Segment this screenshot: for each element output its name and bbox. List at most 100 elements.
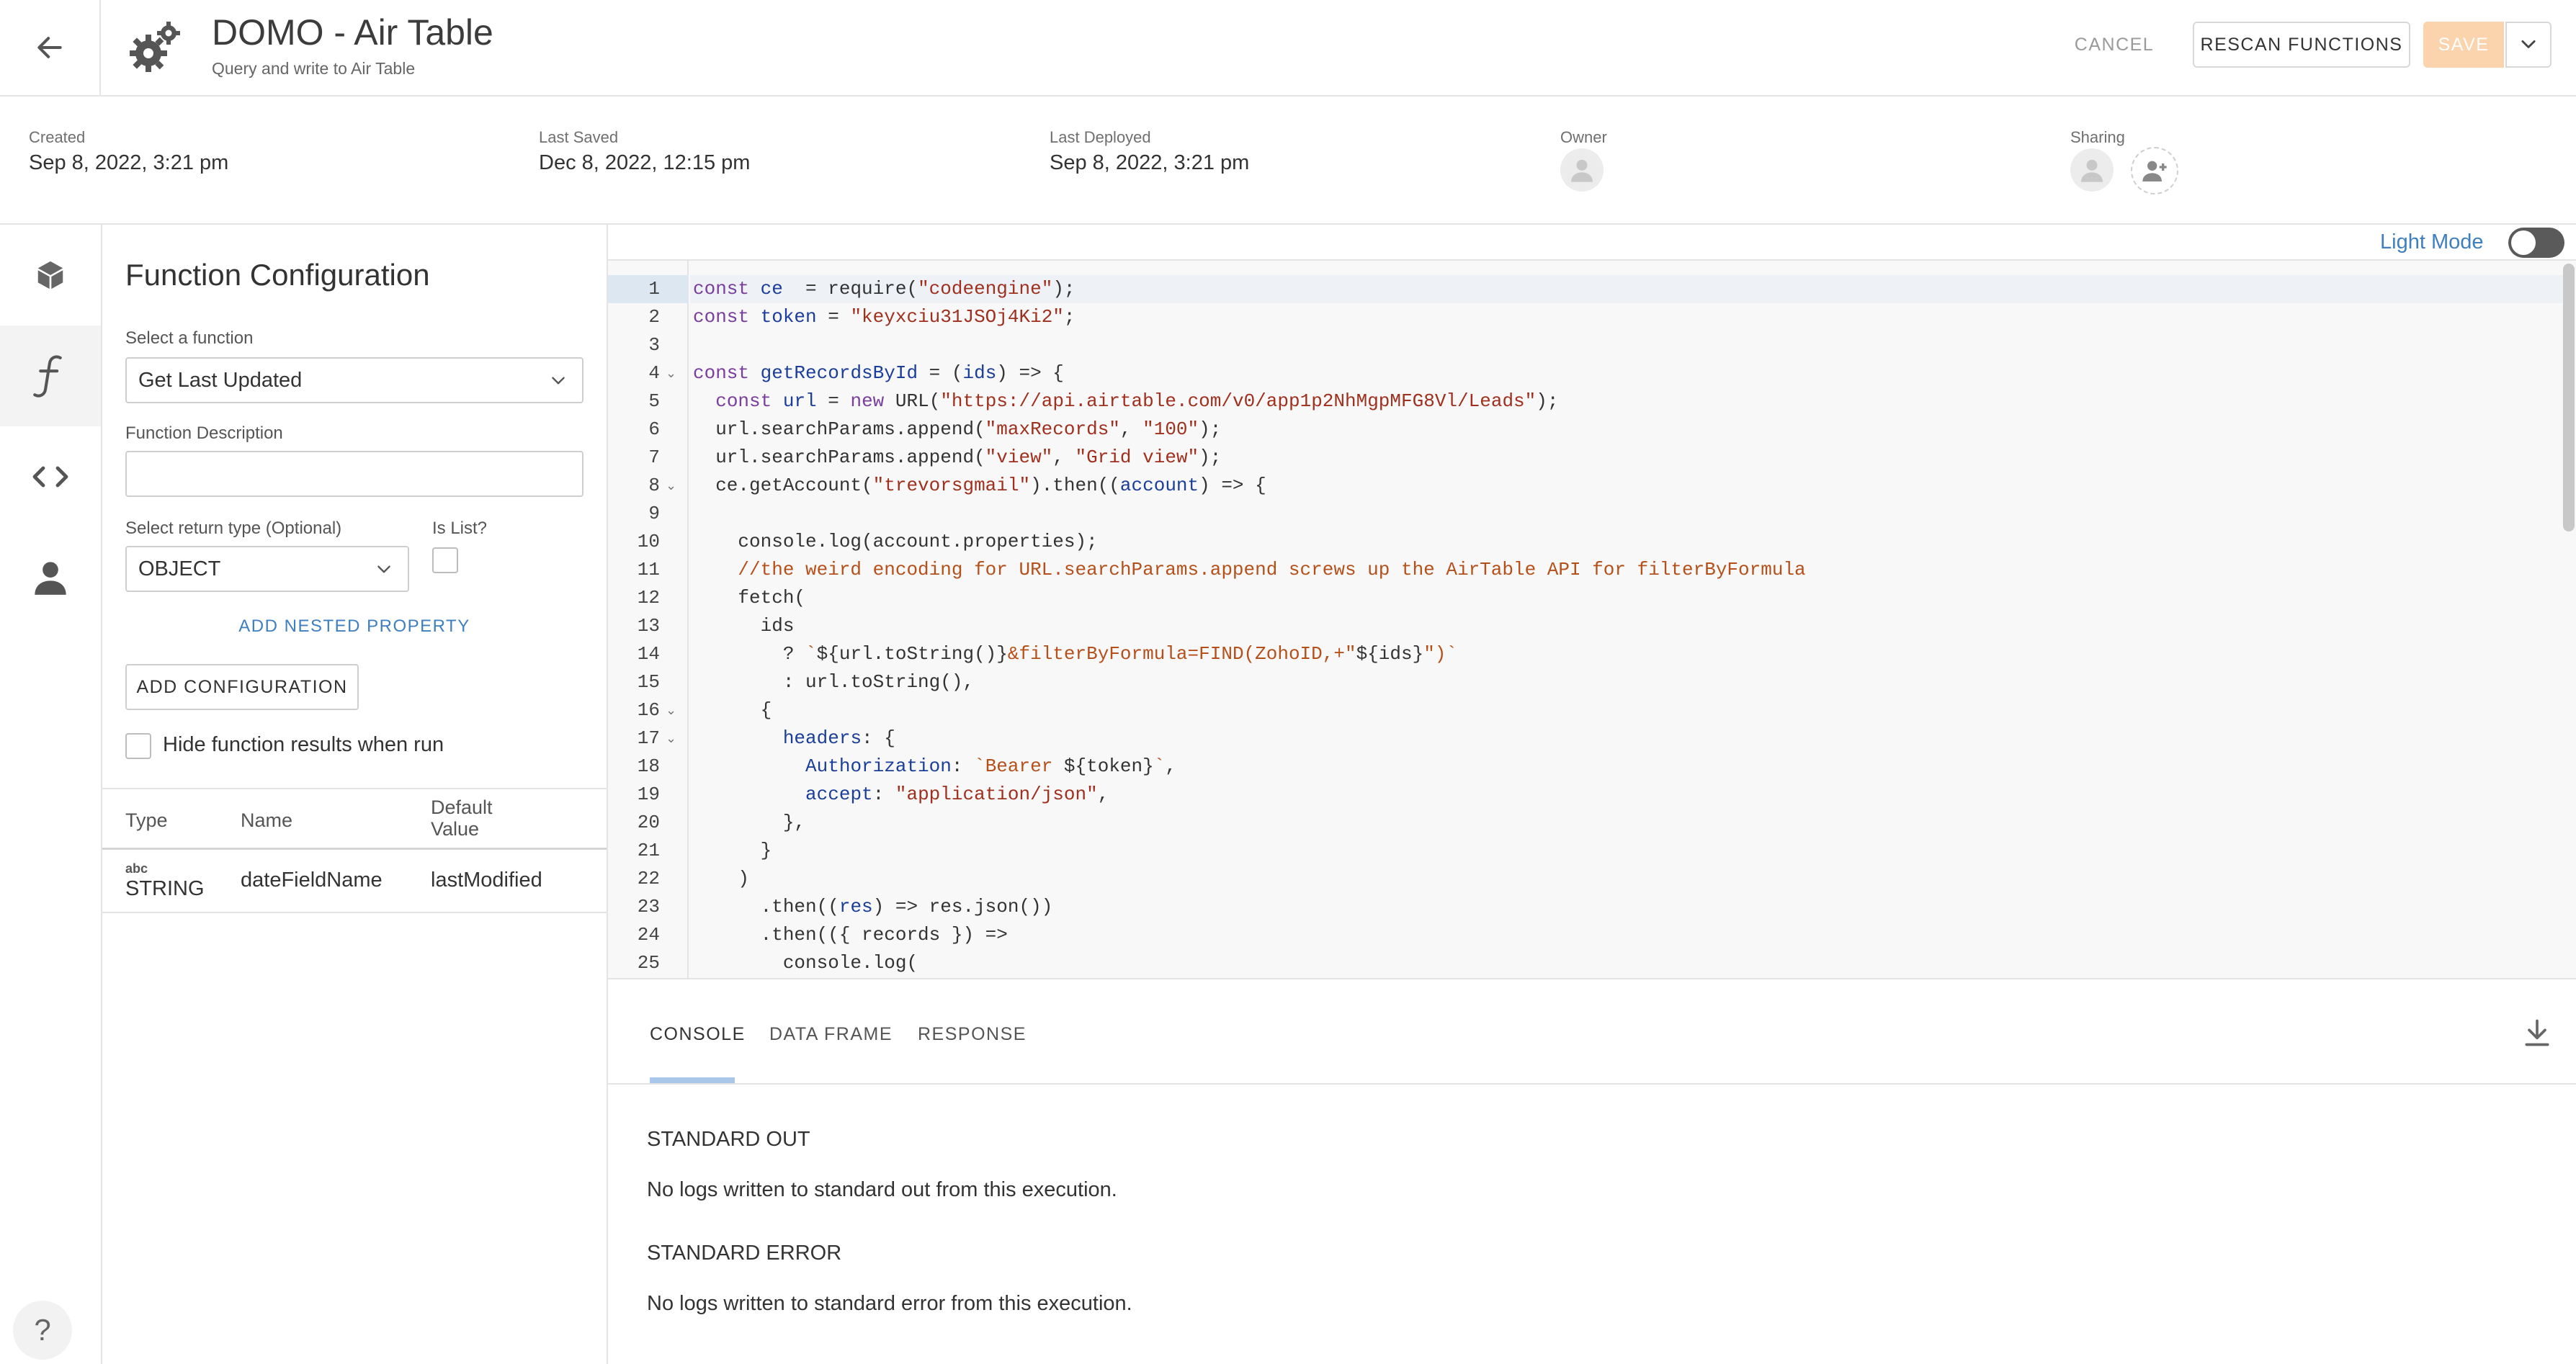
light-mode-toggle[interactable] (2508, 228, 2564, 258)
code-line: ce.getAccount("trevorsgmail").then((acco… (693, 475, 1266, 496)
download-button[interactable] (2521, 1017, 2557, 1053)
light-mode-label: Light Mode (2380, 230, 2484, 253)
sharing-avatar[interactable] (2070, 148, 2114, 192)
help-button[interactable]: ? (13, 1301, 72, 1360)
hide-results-checkbox[interactable] (125, 733, 151, 759)
sharing-label: Sharing (2070, 128, 2125, 146)
column-header-default: Default Value (431, 797, 493, 840)
function-icon (33, 355, 62, 398)
line-number: 10 (637, 531, 660, 552)
line-number: 15 (637, 671, 660, 693)
is-list-checkbox[interactable] (432, 547, 458, 573)
code-line: console.log(account.properties); (693, 531, 1098, 552)
stderr-message: No logs written to standard error from t… (647, 1292, 1132, 1315)
stdout-message: No logs written to standard out from thi… (647, 1178, 1117, 1201)
line-number: 7 (648, 447, 660, 468)
editor-scrollbar[interactable] (2563, 264, 2575, 531)
question-icon: ? (34, 1313, 51, 1347)
add-share-button[interactable] (2131, 147, 2178, 194)
string-type-icon: abc (125, 861, 148, 876)
line-number: 20 (637, 812, 660, 833)
column-header-type: Type (125, 809, 168, 831)
hide-results-label: Hide function results when run (163, 733, 444, 756)
chevron-down-icon (377, 565, 390, 573)
add-nested-property-button[interactable]: ADD NESTED PROPERTY (102, 616, 607, 637)
save-button[interactable]: SAVE (2423, 22, 2504, 68)
rail-item-code[interactable] (0, 426, 101, 527)
line-number: 8 (648, 475, 660, 496)
fold-chevron-icon[interactable]: ⌄ (666, 472, 676, 500)
rail-item-person[interactable] (0, 527, 101, 628)
stderr-title: STANDARD ERROR (647, 1242, 842, 1265)
code-line: url.searchParams.append("maxRecords", "1… (693, 418, 1222, 440)
line-number: 6 (648, 418, 660, 440)
person-icon (35, 562, 66, 595)
param-name: dateFieldName (241, 869, 383, 892)
line-number: 13 (637, 615, 660, 637)
rescan-functions-button[interactable]: RESCAN FUNCTIONS (2193, 22, 2410, 68)
return-type-select[interactable]: OBJECT (125, 546, 409, 592)
function-select[interactable]: Get Last Updated (125, 357, 583, 403)
toggle-knob (2511, 230, 2536, 255)
code-line: const url = new URL("https://api.airtabl… (715, 390, 1559, 412)
code-line: //the weird encoding for URL.searchParam… (693, 559, 1806, 580)
save-options-button[interactable] (2505, 22, 2552, 68)
chevron-down-icon (2521, 40, 2536, 48)
last-deployed-label: Last Deployed (1050, 128, 1151, 146)
code-line: .then(({ records }) => (693, 924, 1008, 946)
line-number: 9 (648, 503, 660, 524)
stdout-title: STANDARD OUT (647, 1128, 810, 1151)
code-line: console.log( (693, 952, 918, 974)
left-nav-rail (0, 225, 102, 1364)
page-title: DOMO - Air Table (212, 12, 493, 53)
package-icon (37, 261, 63, 290)
code-line: fetch( (693, 587, 806, 609)
fold-chevron-icon[interactable]: ⌄ (666, 696, 676, 724)
return-type-value: OBJECT (138, 557, 221, 580)
code-line: } (693, 840, 772, 861)
line-number: 3 (648, 334, 660, 356)
back-button[interactable] (0, 0, 101, 95)
line-number: 17 (637, 727, 660, 749)
table-row[interactable]: abc STRING dateFieldName lastModified (102, 850, 607, 913)
rail-item-function[interactable] (0, 326, 101, 426)
line-number: 12 (637, 587, 660, 609)
person-icon (2081, 159, 2103, 182)
fold-chevron-icon[interactable]: ⌄ (666, 724, 676, 753)
rail-item-package[interactable] (0, 225, 101, 326)
line-number: 19 (637, 784, 660, 805)
add-configuration-button[interactable]: ADD CONFIGURATION (125, 664, 359, 710)
code-editor[interactable]: 1 2 3 4 5 6 7 8 9 10 11 12 13 14 15 16 1… (608, 259, 2576, 979)
last-saved-label: Last Saved (539, 128, 619, 146)
line-number: 25 (637, 952, 660, 974)
add-person-icon (2142, 161, 2167, 181)
tab-console[interactable]: CONSOLE (650, 1024, 746, 1045)
line-number: 5 (648, 390, 660, 412)
tab-data-frame[interactable]: DATA FRAME (769, 1024, 893, 1045)
tab-response[interactable]: RESPONSE (918, 1024, 1027, 1045)
param-table-header: Type Name Default Value (102, 788, 607, 850)
code-line: ids (693, 615, 795, 637)
column-header-name: Name (241, 809, 293, 831)
console-panel: CONSOLE DATA FRAME RESPONSE STANDARD OUT… (608, 979, 2576, 1364)
page-subtitle: Query and write to Air Table (212, 59, 416, 78)
return-type-label: Select return type (Optional) (125, 519, 342, 538)
is-list-label: Is List? (432, 519, 488, 538)
code-line: url.searchParams.append("view", "Grid vi… (693, 447, 1222, 468)
owner-avatar[interactable] (1560, 148, 1604, 192)
code-line: headers: { (782, 727, 895, 749)
line-number: 24 (637, 924, 660, 946)
gears-icon (127, 20, 184, 78)
description-input[interactable] (125, 451, 583, 497)
param-type: STRING (125, 877, 205, 900)
line-number: 11 (637, 559, 660, 580)
line-number: 18 (637, 755, 660, 777)
line-number: 21 (637, 840, 660, 861)
description-label: Function Description (125, 423, 283, 443)
fold-chevron-icon[interactable]: ⌄ (666, 359, 676, 387)
created-value: Sep 8, 2022, 3:21 pm (29, 151, 229, 174)
download-icon (2525, 1019, 2549, 1046)
owner-label: Owner (1560, 128, 1607, 146)
cancel-button[interactable]: CANCEL (2060, 22, 2168, 68)
param-default: lastModified (431, 869, 542, 892)
